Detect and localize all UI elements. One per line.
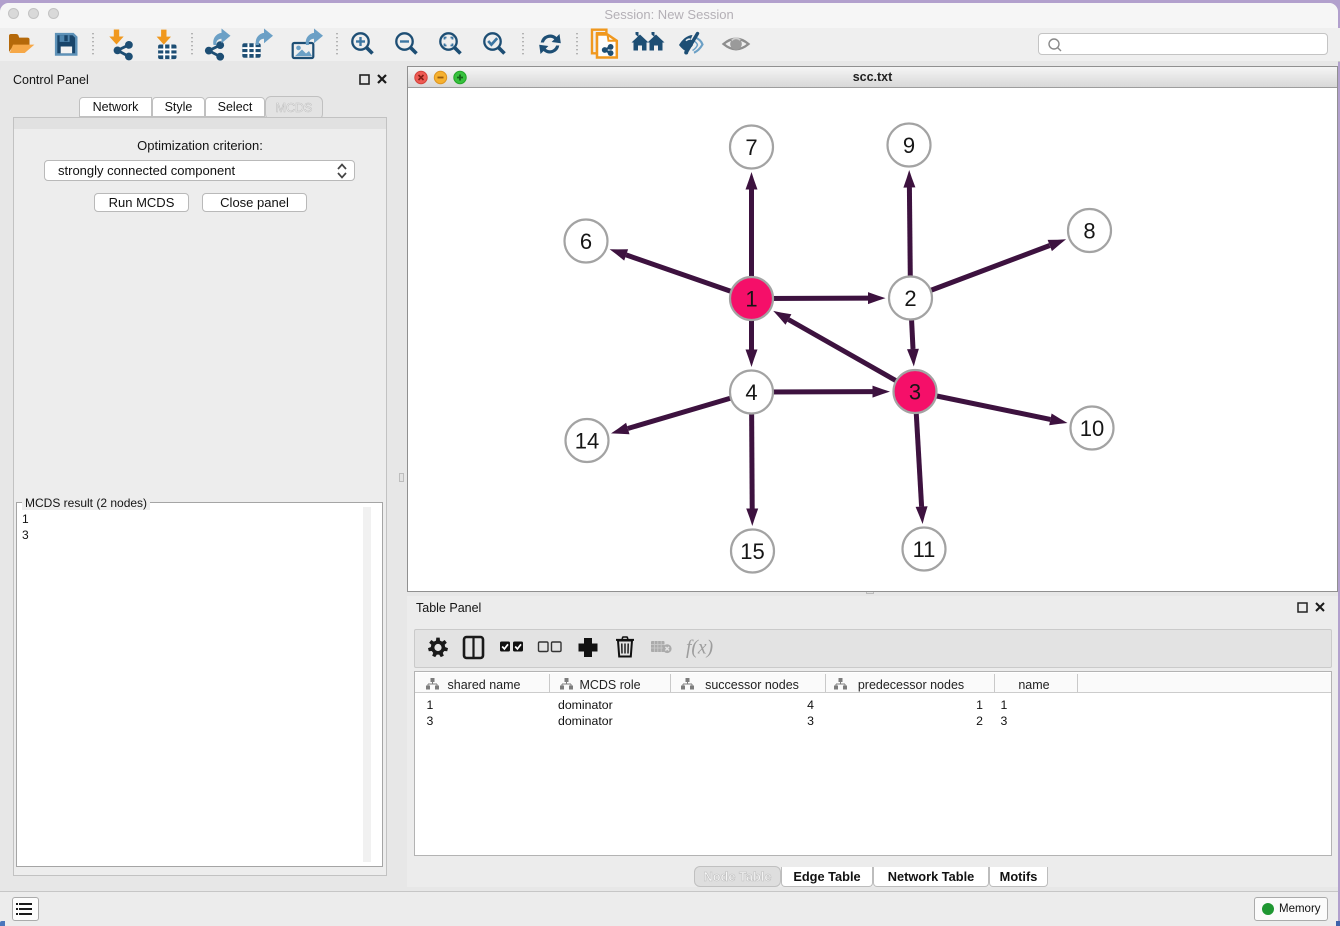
svg-text:14: 14 [575,429,599,454]
svg-text:7: 7 [745,135,757,160]
svg-text:11: 11 [913,537,936,562]
svg-text:6: 6 [580,229,592,254]
svg-text:3: 3 [909,380,921,405]
svg-text:4: 4 [745,380,757,405]
svg-text:1: 1 [745,287,757,312]
svg-text:8: 8 [1083,219,1095,244]
svg-text:9: 9 [903,133,915,158]
svg-text:2: 2 [904,286,916,311]
svg-text:15: 15 [740,539,764,564]
svg-text:f(x): f(x) [686,638,713,659]
svg-text:10: 10 [1080,416,1104,441]
